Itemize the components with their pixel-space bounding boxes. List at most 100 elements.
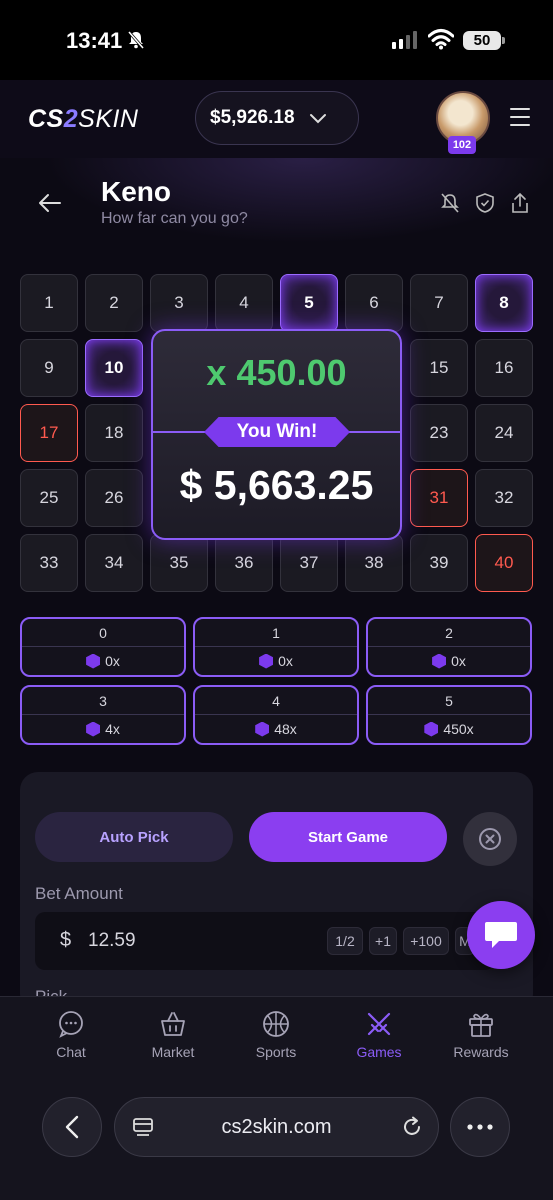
half-bet-button[interactable]: 1/2 [327, 927, 363, 955]
win-amount: $ 5,663.25 [179, 462, 374, 508]
payout-multiplier: 0x [278, 653, 293, 669]
keno-tile[interactable]: 25 [20, 469, 78, 527]
keno-tile[interactable]: 37 [280, 534, 338, 592]
chevron-left-icon [65, 1115, 79, 1139]
payout-card: 0 0x [20, 617, 186, 677]
nav-market[interactable]: Market [128, 1010, 218, 1060]
payout-card: 1 0x [193, 617, 359, 677]
keno-tile[interactable]: 16 [475, 339, 533, 397]
browser-more-button[interactable] [450, 1097, 510, 1157]
payout-row: 0x [195, 647, 357, 675]
plus-hundred-button[interactable]: +100 [403, 927, 449, 955]
clear-button[interactable] [463, 812, 517, 866]
payout-row: 48x [195, 715, 357, 743]
chat-icon [59, 1011, 83, 1038]
gem-icon [255, 721, 270, 737]
share-icon[interactable] [509, 192, 531, 214]
nav-sports-label: Sports [255, 1044, 297, 1060]
nav-games[interactable]: Games [334, 1010, 424, 1060]
basket-icon [161, 1012, 185, 1036]
reload-icon[interactable] [401, 1116, 423, 1138]
keno-tile[interactable]: 3 [150, 274, 208, 332]
keno-tile[interactable]: 17 [20, 404, 78, 462]
keno-tile[interactable]: 2 [85, 274, 143, 332]
keno-tile[interactable]: 31 [410, 469, 468, 527]
payout-hits: 0 [22, 619, 184, 647]
keno-tile[interactable]: 24 [475, 404, 533, 462]
status-time: 13:41 [66, 28, 123, 53]
payout-hits: 2 [368, 619, 530, 647]
gem-icon [86, 721, 101, 737]
keno-tile[interactable]: 5 [280, 274, 338, 332]
keno-tile[interactable]: 9 [20, 339, 78, 397]
nav-chat[interactable]: Chat [26, 1010, 116, 1060]
chat-fab-button[interactable] [467, 901, 535, 969]
currency-symbol: $ [60, 929, 72, 951]
keno-tile[interactable]: 33 [20, 534, 78, 592]
browser-back-button[interactable] [42, 1097, 102, 1157]
keno-tile[interactable]: 40 [475, 534, 533, 592]
balance-value: $5,926.18 [210, 107, 295, 128]
level-badge: 102 [448, 136, 476, 154]
logo-skin: SKIN [78, 105, 139, 133]
keno-tile[interactable]: 1 [20, 274, 78, 332]
cellular-signal-icon [392, 31, 417, 49]
win-badge: You Win! [204, 417, 350, 447]
close-circle-icon [479, 828, 501, 850]
menu-icon[interactable] [510, 108, 530, 126]
plus-one-button[interactable]: +1 [369, 927, 397, 955]
payout-row: 0x [368, 647, 530, 675]
keno-tile[interactable]: 32 [475, 469, 533, 527]
payout-hits: 5 [368, 687, 530, 715]
keno-tile[interactable]: 18 [85, 404, 143, 462]
nav-games-label: Games [356, 1044, 402, 1060]
page-subtitle: How far can you go? [101, 210, 248, 227]
keno-tile[interactable]: 36 [215, 534, 273, 592]
nav-rewards[interactable]: Rewards [436, 1010, 526, 1060]
site-logo[interactable]: CS2SKIN [28, 105, 139, 134]
payout-multiplier: 48x [274, 721, 297, 737]
bell-off-icon [127, 31, 145, 49]
gem-icon [259, 653, 274, 669]
back-arrow-icon[interactable] [38, 192, 62, 214]
keno-tile[interactable]: 34 [85, 534, 143, 592]
bet-amount-label: Bet Amount [35, 884, 123, 903]
logo-cs: CS [28, 105, 64, 133]
chat-bubble-icon [485, 922, 517, 948]
bet-amount-value[interactable]: 12.59 [88, 930, 136, 952]
ball-icon [263, 1011, 289, 1037]
win-multiplier: x 450.00 [206, 352, 347, 393]
gem-icon [86, 653, 101, 669]
auto-pick-button[interactable]: Auto Pick [35, 812, 233, 862]
keno-tile[interactable]: 7 [410, 274, 468, 332]
nav-rewards-label: Rewards [453, 1044, 509, 1060]
payout-hits: 3 [22, 687, 184, 715]
keno-tile[interactable]: 39 [410, 534, 468, 592]
keno-tile[interactable]: 8 [475, 274, 533, 332]
balance-dropdown[interactable]: $5,926.18 [195, 91, 359, 145]
payout-card: 2 0x [366, 617, 532, 677]
url-text[interactable]: cs2skin.com [150, 1116, 403, 1139]
payout-multiplier: 0x [451, 653, 466, 669]
sound-off-icon[interactable] [439, 192, 461, 214]
keno-tile[interactable]: 10 [85, 339, 143, 397]
page-title: Keno [101, 176, 171, 207]
payout-row: 0x [22, 647, 184, 675]
nav-chat-label: Chat [56, 1044, 86, 1060]
payout-card: 3 4x [20, 685, 186, 745]
keno-tile[interactable]: 15 [410, 339, 468, 397]
keno-tile[interactable]: 6 [345, 274, 403, 332]
shield-check-icon[interactable] [474, 192, 496, 214]
keno-tile[interactable]: 4 [215, 274, 273, 332]
payout-card: 5 450x [366, 685, 532, 745]
payout-multiplier: 0x [105, 653, 120, 669]
nav-sports[interactable]: Sports [231, 1010, 321, 1060]
start-game-button[interactable]: Start Game [249, 812, 447, 862]
keno-tile[interactable]: 26 [85, 469, 143, 527]
battery-icon: 50 [463, 31, 501, 50]
payout-row: 450x [368, 715, 530, 743]
keno-tile[interactable]: 23 [410, 404, 468, 462]
keno-tile[interactable]: 35 [150, 534, 208, 592]
keno-tile[interactable]: 38 [345, 534, 403, 592]
chevron-down-icon [309, 114, 326, 124]
